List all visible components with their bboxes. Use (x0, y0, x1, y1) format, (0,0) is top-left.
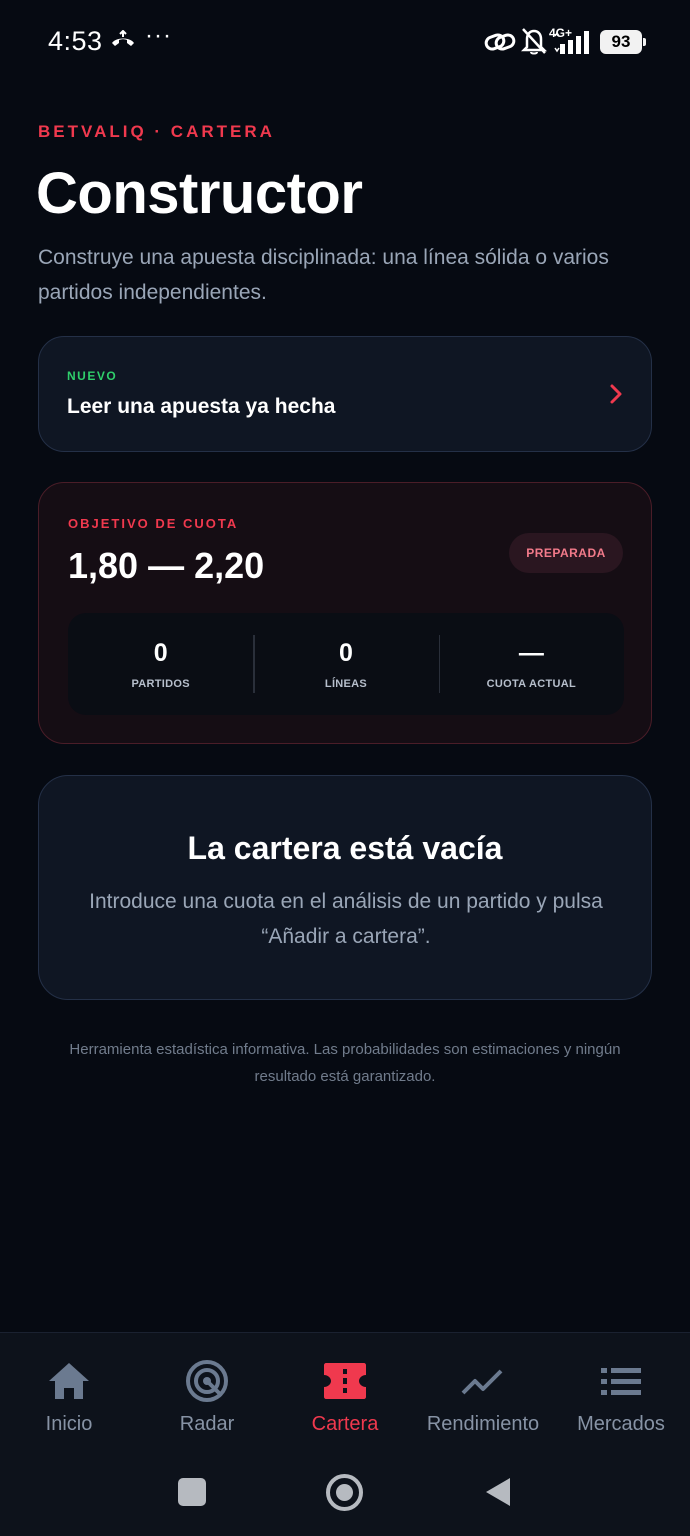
odds-target-range: 1,80 — 2,20 (68, 545, 265, 586)
nav-label: Inicio (45, 1413, 93, 1435)
status-time: 4:53 (48, 26, 103, 56)
nav-label: Mercados (577, 1413, 665, 1435)
stat-lineas: 0 LÍNEAS (253, 613, 438, 715)
stat-cuota-actual: — CUOTA ACTUAL (438, 613, 624, 715)
read-bet-card[interactable]: NUEVO Leer una apuesta ya hecha (38, 336, 652, 452)
stat-label: CUOTA ACTUAL (486, 678, 576, 690)
system-nav-bar (0, 1460, 690, 1524)
empty-state-title: La cartera está vacía (187, 830, 503, 866)
chevron-right-icon (610, 384, 622, 404)
read-bet-label: Leer una apuesta ya hecha (67, 395, 336, 418)
home-icon (49, 1363, 89, 1399)
stat-value: — (518, 639, 544, 667)
nav-item-inicio[interactable]: Inicio (0, 1361, 138, 1436)
call-forward-icon (112, 30, 134, 46)
ticket-icon (324, 1363, 366, 1399)
nav-label: Rendimiento (426, 1413, 540, 1435)
odds-target-tag: OBJETIVO DE CUOTA (68, 516, 239, 531)
page-title: Constructor (36, 161, 363, 226)
nav-item-rendimiento[interactable]: Rendimiento (414, 1361, 552, 1436)
page-subtitle: Construye una apuesta disciplinada: una … (38, 246, 609, 304)
link-icon (484, 33, 516, 51)
empty-state-description: Introduce una cuota en el análisis de un… (89, 890, 603, 948)
bell-off-icon (520, 28, 548, 55)
radar-icon (186, 1360, 228, 1402)
nav-item-radar[interactable]: Radar (138, 1360, 276, 1436)
stat-partidos: 0 PARTIDOS (68, 613, 253, 715)
stats-panel: 0 PARTIDOS 0 LÍNEAS — CUOTA ACTUAL (68, 613, 624, 715)
status-badge: PREPARADA (509, 533, 623, 573)
home-button[interactable] (326, 1474, 363, 1511)
nav-item-cartera[interactable]: Cartera (276, 1361, 414, 1436)
nav-item-mercados[interactable]: Mercados (552, 1361, 690, 1436)
battery-icon: 93 (600, 30, 646, 54)
new-tag: NUEVO (67, 369, 118, 383)
status-bar: 4:53 ··· 4G+ 93 (0, 0, 690, 86)
list-icon (601, 1368, 641, 1395)
signal-icon (554, 31, 589, 54)
recents-button[interactable] (178, 1478, 206, 1506)
nav-label: Radar (179, 1413, 235, 1435)
stat-value: 0 (339, 639, 353, 667)
odds-target-card: OBJETIVO DE CUOTA 1,80 — 2,20 PREPARADA … (38, 482, 652, 744)
stat-value: 0 (153, 639, 168, 667)
stat-label: PARTIDOS (131, 678, 190, 690)
more-notifications-icon: ··· (145, 22, 172, 49)
disclaimer: Herramienta estadística informativa. Las… (69, 1041, 621, 1085)
back-button[interactable] (484, 1476, 512, 1508)
stat-label: LÍNEAS (324, 678, 368, 690)
eyebrow: BETVALIQ · CARTERA (38, 122, 275, 141)
nav-label: Cartera (311, 1413, 379, 1435)
screen: 4:53 ··· 4G+ 93 BETVALIQ · CARTERA Const… (0, 0, 690, 1536)
trend-icon (461, 1369, 503, 1395)
empty-state-card: La cartera está vacía Introduce una cuot… (38, 775, 652, 1000)
